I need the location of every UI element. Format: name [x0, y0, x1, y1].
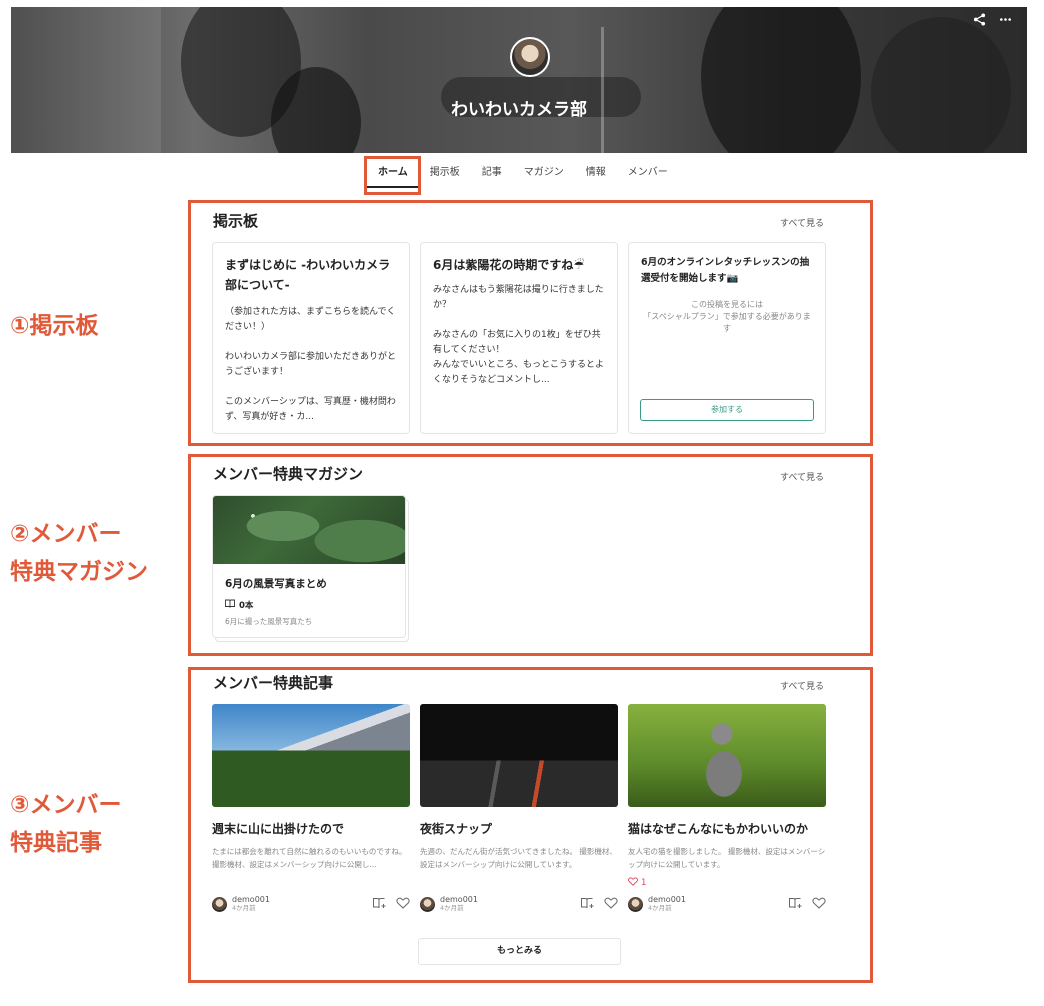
magazine-title: 6月の風景写真まとめ [225, 578, 327, 590]
article-card[interactable]: 夜街スナップ 先週の、だんだん街が活気づいてきましたね。 撮影機材、設定はメンバ… [420, 704, 618, 873]
article-actions [373, 897, 410, 912]
hero-bg-shape [601, 27, 604, 153]
tab-board[interactable]: 掲示板 [419, 162, 471, 188]
article-title: 猫はなぜこんなにもかわいいのか [628, 822, 809, 836]
magazine-count: 0本 [225, 599, 393, 611]
magazine-section-title: メンバー特典マガジン [213, 465, 364, 483]
hero-bg-shape [871, 17, 1011, 153]
board-post-card[interactable]: 6月は紫陽花の時期ですね☔ みなさんはもう紫陽花は撮りに行きましたか？ みなさん… [420, 242, 618, 434]
annotation-text: ②メンバー [10, 521, 122, 547]
annotation-magazine: ②メンバー 特典マガジン [10, 515, 148, 591]
author-name[interactable]: demo001 [648, 896, 686, 904]
tab-magazine[interactable]: マガジン [513, 162, 575, 188]
tab-highlight-annotation [364, 156, 421, 195]
see-more-button[interactable]: もっとみる [418, 938, 621, 965]
add-to-magazine-icon[interactable] [373, 897, 387, 912]
article-thumbnail [212, 704, 410, 807]
header-cover-image: わいわいカメラ部 [11, 7, 1027, 153]
article-card[interactable]: 猫はなぜこんなにもかわいいのか 友人宅の猫を撮影しました。 撮影機材、設定はメン… [628, 704, 826, 889]
locked-notice: この投稿を見るには 「スペシャルプラン」で参加する必要があります [643, 300, 811, 333]
article-count: 0本 [239, 601, 254, 611]
post-title: まずはじめに -わいわいカメラ部について- [225, 258, 391, 292]
hero-bg-shape [701, 7, 861, 153]
club-title: わいわいカメラ部 [451, 100, 587, 120]
author-name[interactable]: demo001 [440, 896, 478, 904]
hero-bg-shape [11, 7, 161, 153]
author-avatar[interactable] [212, 896, 227, 912]
post-excerpt: みなさんはもう紫陽花は撮りに行きましたか？ みなさんの「お気に入りの1枚」をぜひ… [433, 285, 605, 385]
post-title: 6月は紫陽花の時期ですね☔ [433, 258, 585, 272]
article-excerpt: 先週の、だんだん街が活気づいてきましたね。 撮影機材、設定はメンバーシップ向けに… [420, 847, 617, 869]
annotation-articles: ③メンバー 特典記事 [10, 786, 121, 862]
article-excerpt: たまには都会を離れて自然に触れるのもいいものですね。 撮影機材、設定はメンバーシ… [212, 847, 407, 869]
magazine-card[interactable]: 6月の風景写真まとめ 0本 6月に撮った風景写真たち [212, 495, 406, 638]
magazine-description: 6月に撮った風景写真たち [225, 617, 313, 626]
club-avatar [510, 37, 550, 77]
tab-articles[interactable]: 記事 [471, 162, 513, 188]
author-info: demo001 4か月前 [440, 896, 478, 913]
more-horizontal-icon[interactable] [997, 13, 1013, 30]
post-time: 4か月前 [440, 904, 464, 912]
like-number: 1 [641, 878, 647, 888]
article-footer: demo001 4か月前 [212, 894, 410, 914]
post-time: 4か月前 [648, 904, 672, 912]
heart-icon[interactable] [812, 897, 826, 912]
article-thumbnail [628, 704, 826, 807]
heart-icon[interactable] [604, 897, 618, 912]
article-title: 夜街スナップ [420, 822, 493, 836]
magazine-cover-image [213, 496, 405, 564]
post-title: 6月のオンラインレタッチレッスンの抽選受付を開始します📷 [641, 257, 810, 284]
author-avatar[interactable] [420, 896, 435, 912]
like-count: 1 [628, 877, 826, 889]
board-post-card-locked[interactable]: 6月のオンラインレタッチレッスンの抽選受付を開始します📷 この投稿を見るには 「… [628, 242, 826, 434]
add-to-magazine-icon[interactable] [789, 897, 803, 912]
annotation-board: ①掲示板 [10, 307, 98, 345]
article-actions [789, 897, 826, 912]
hero-actions [971, 13, 1013, 30]
article-actions [581, 897, 618, 912]
annotation-text: 特典記事 [10, 830, 102, 856]
add-to-magazine-icon[interactable] [581, 897, 595, 912]
article-card[interactable]: 週末に山に出掛けたので たまには都会を離れて自然に触れるのもいいものですね。 撮… [212, 704, 410, 873]
share-icon[interactable] [971, 13, 987, 30]
post-time: 4か月前 [232, 904, 256, 912]
board-post-card[interactable]: まずはじめに -わいわいカメラ部について- （参加された方は、まずこちらを読んで… [212, 242, 410, 434]
articles-see-all-link[interactable]: すべて見る [780, 679, 824, 692]
author-info: demo001 4か月前 [648, 896, 686, 913]
article-thumbnail [420, 704, 618, 807]
tab-info[interactable]: 情報 [575, 162, 617, 188]
board-see-all-link[interactable]: すべて見る [780, 216, 824, 229]
article-footer: demo001 4か月前 [420, 894, 618, 914]
article-footer: demo001 4か月前 [628, 894, 826, 914]
author-avatar[interactable] [628, 896, 643, 912]
author-name[interactable]: demo001 [232, 896, 270, 904]
author-info: demo001 4か月前 [232, 896, 270, 913]
annotation-text: ③メンバー [10, 792, 122, 818]
book-icon [225, 599, 235, 611]
heart-icon [628, 877, 638, 889]
board-section-title: 掲示板 [213, 212, 259, 230]
post-excerpt: （参加された方は、まずこちらを読んでください！） わいわいカメラ部に参加いただき… [225, 307, 397, 422]
article-title: 週末に山に出掛けたので [212, 822, 345, 836]
articles-section-title: メンバー特典記事 [213, 674, 334, 692]
heart-icon[interactable] [396, 897, 410, 912]
annotation-text: ①掲示板 [10, 313, 99, 339]
join-button[interactable]: 参加する [640, 399, 814, 421]
tab-members[interactable]: メンバー [617, 162, 679, 188]
article-excerpt: 友人宅の猫を撮影しました。 撮影機材、設定はメンバーシップ向けに公開しています。 [628, 847, 826, 869]
annotation-text: 特典マガジン [10, 559, 148, 585]
magazine-see-all-link[interactable]: すべて見る [780, 470, 824, 483]
